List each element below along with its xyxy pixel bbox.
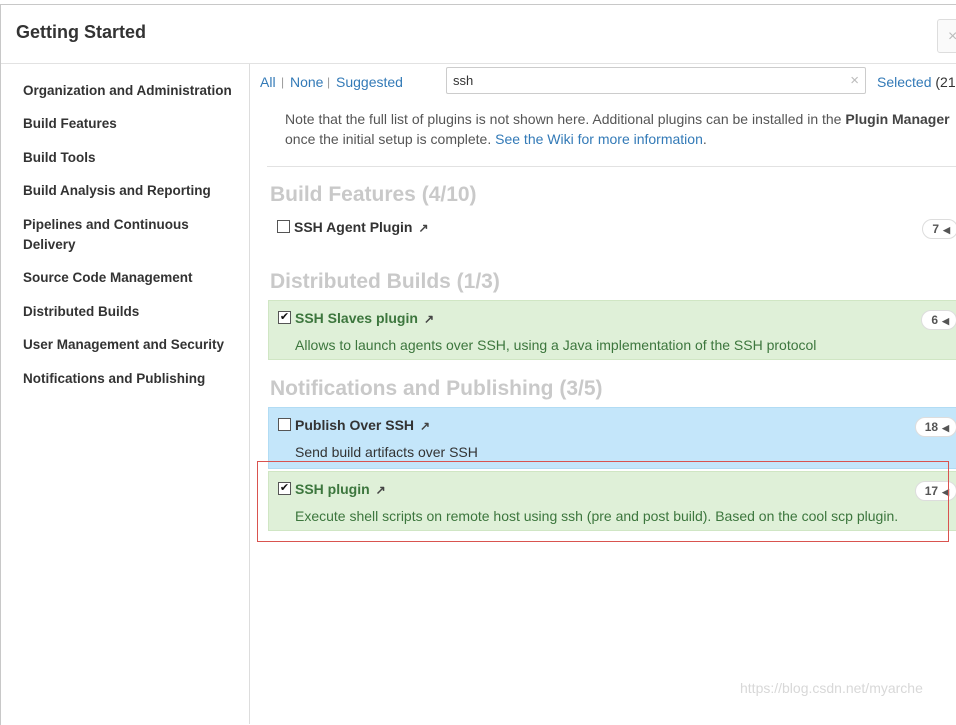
external-link-icon: ↗ xyxy=(418,221,429,235)
select-suggested-link[interactable]: Suggested xyxy=(336,74,403,90)
badge-count: 7 xyxy=(932,222,940,236)
sidebar-item-notifications[interactable]: Notifications and Publishing xyxy=(23,369,238,389)
plugin-description: Allows to launch agents over SSH, using … xyxy=(295,337,817,353)
plugin-checkbox[interactable] xyxy=(277,220,290,233)
close-button[interactable]: × xyxy=(937,19,956,53)
plugin-name: SSH Slaves plugin xyxy=(295,310,418,326)
dependency-count-badge[interactable]: 18 ◀ xyxy=(914,417,956,437)
dialog-header: Getting Started × xyxy=(1,5,956,64)
plugin-ssh-slaves[interactable]: ✔ SSH Slaves plugin ↗ 6 ◀ Allows to launch… xyxy=(268,300,956,360)
plugin-checkbox[interactable] xyxy=(278,418,291,431)
sidebar-item-organization[interactable]: Organization and Administration xyxy=(23,81,238,101)
dialog-title: Getting Started xyxy=(16,22,147,42)
category-title-distributed-builds: Distributed Builds (1/3) xyxy=(270,270,500,293)
note-text: Note that the full list of plugins is no… xyxy=(285,111,846,127)
plugin-checkbox[interactable]: ✔ xyxy=(278,311,291,324)
category-title-build-features: Build Features (4/10) xyxy=(270,183,477,206)
plugin-search-input[interactable]: ssh × xyxy=(446,67,866,94)
plugin-name: SSH Agent Plugin xyxy=(294,219,413,235)
category-sidebar: Organization and Administration Build Fe… xyxy=(1,64,250,724)
selected-count: (21, xyxy=(935,74,956,90)
external-link-icon: ↗ xyxy=(423,312,434,326)
plugin-publish-over-ssh[interactable]: Publish Over SSH ↗ 18 ◀ Send build artifac… xyxy=(268,407,956,469)
sidebar-item-user-management[interactable]: User Management and Security xyxy=(23,335,238,355)
plugin-ssh-agent[interactable]: SSH Agent Plugin ↗ 7 ◀ xyxy=(268,210,956,250)
sidebar-item-build-features[interactable]: Build Features xyxy=(23,114,238,134)
caret-left-icon: ◀ xyxy=(942,423,949,433)
getting-started-dialog: Getting Started × Organization and Admin… xyxy=(0,4,956,725)
note-end: . xyxy=(702,131,707,147)
plugin-panel: All | None | Suggested ssh × Selected (2… xyxy=(250,64,956,725)
badge-count: 6 xyxy=(931,313,939,327)
toolbar-separator: | xyxy=(327,75,331,89)
category-title-notifications: Notifications and Publishing (3/5) xyxy=(270,377,603,400)
badge-count: 18 xyxy=(924,420,939,434)
plugin-list-note: Note that the full list of plugins is no… xyxy=(267,109,956,167)
highlight-annotation-box xyxy=(257,461,949,542)
note-plugin-manager: Plugin Manager xyxy=(845,111,950,127)
dependency-count-badge[interactable]: 6 ◀ xyxy=(921,310,956,330)
selected-label: Selected xyxy=(877,74,932,90)
external-link-icon: ↗ xyxy=(420,419,431,433)
toolbar-separator: | xyxy=(281,75,285,89)
wiki-link[interactable]: See the Wiki for more information xyxy=(495,131,703,147)
plugin-name-link[interactable]: SSH Agent Plugin ↗ xyxy=(294,219,429,235)
selected-plugins-link[interactable]: Selected (21, xyxy=(877,74,956,90)
note-text-after: once the initial setup is complete. xyxy=(285,131,496,147)
sidebar-item-build-tools[interactable]: Build Tools xyxy=(23,148,238,168)
plugin-name: Publish Over SSH xyxy=(295,417,415,433)
search-input-value: ssh xyxy=(453,73,474,88)
sidebar-item-source-code[interactable]: Source Code Management xyxy=(23,268,238,288)
select-none-link[interactable]: None xyxy=(290,74,323,90)
sidebar-item-distributed-builds[interactable]: Distributed Builds xyxy=(23,302,238,322)
sidebar-item-build-analysis[interactable]: Build Analysis and Reporting xyxy=(23,181,238,201)
dependency-count-badge[interactable]: 7 ◀ xyxy=(922,219,956,239)
plugin-description: Send build artifacts over SSH xyxy=(295,444,478,460)
plugin-name-link[interactable]: Publish Over SSH ↗ xyxy=(295,417,430,433)
plugin-toolbar: All | None | Suggested ssh × Selected (2… xyxy=(250,64,956,104)
select-all-link[interactable]: All xyxy=(260,74,276,90)
watermark-text: https://blog.csdn.net/myarche xyxy=(740,680,923,696)
caret-left-icon: ◀ xyxy=(942,316,949,326)
clear-icon[interactable]: × xyxy=(850,72,859,89)
sidebar-item-pipelines[interactable]: Pipelines and Continuous Delivery xyxy=(23,215,238,255)
caret-left-icon: ◀ xyxy=(943,225,950,235)
plugin-name-link[interactable]: SSH Slaves plugin ↗ xyxy=(295,310,434,326)
